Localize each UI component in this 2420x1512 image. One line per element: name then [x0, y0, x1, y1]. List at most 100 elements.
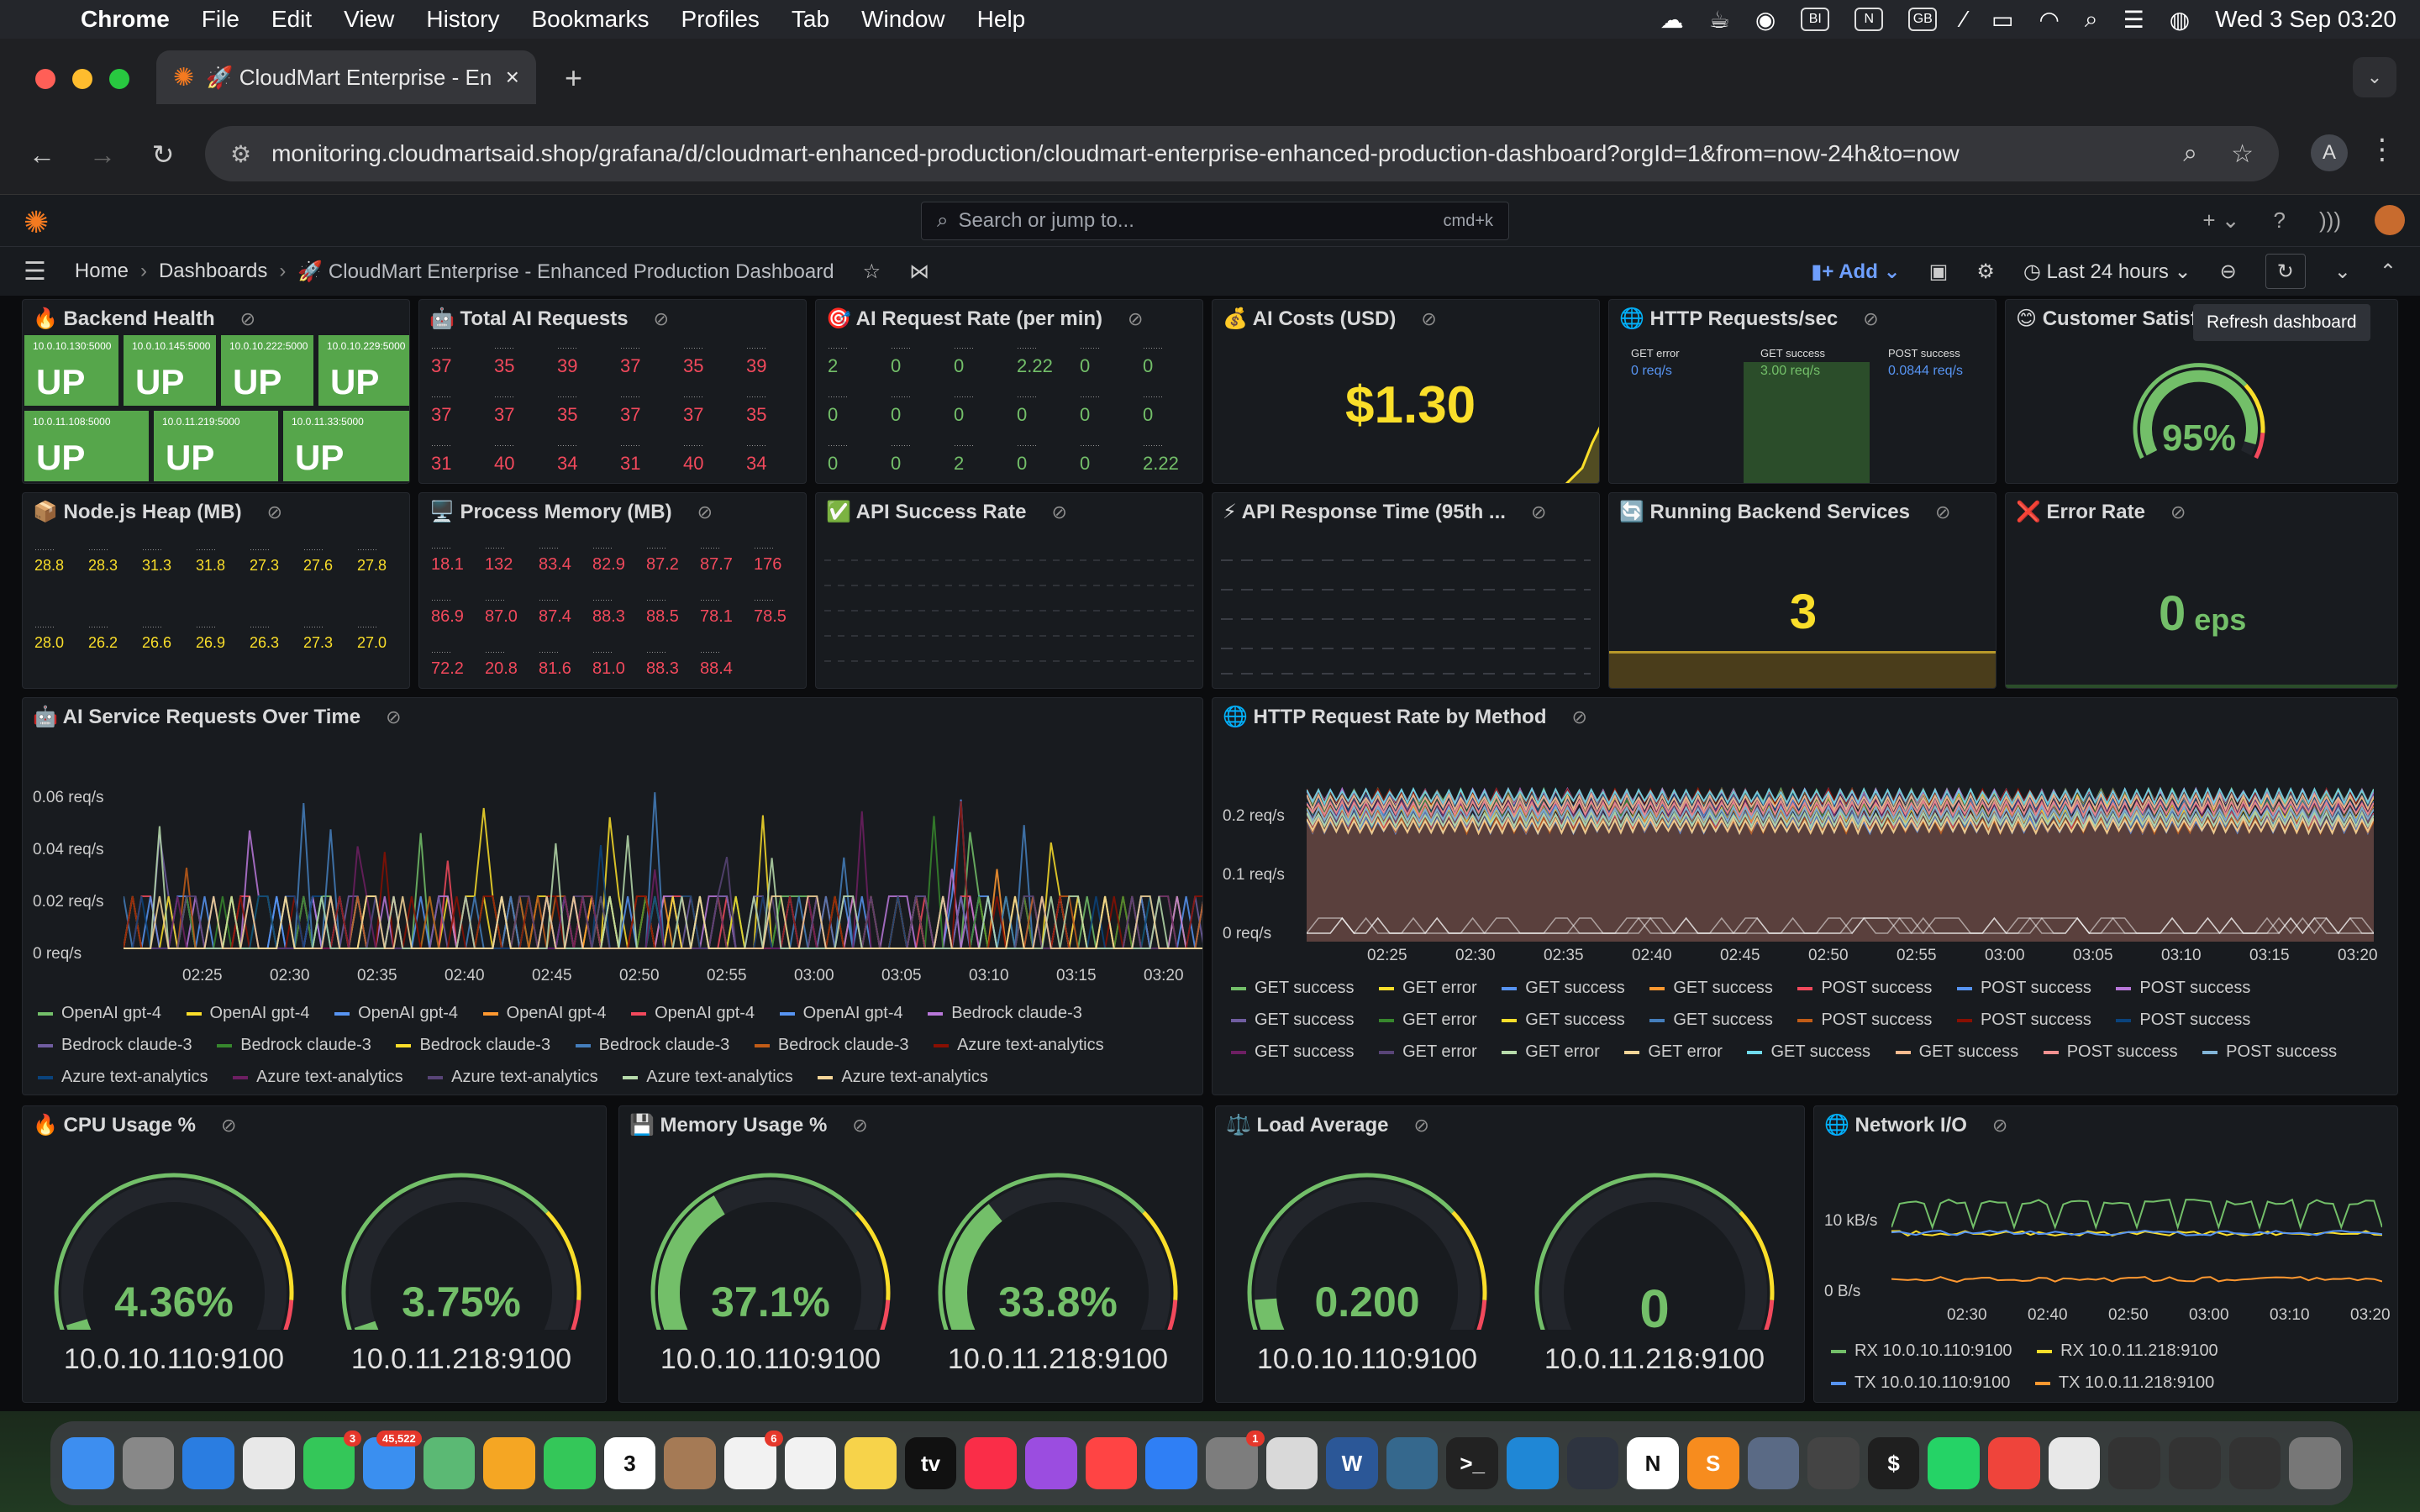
- link-off-icon[interactable]: ⊘: [1128, 308, 1143, 330]
- new-tab-icon[interactable]: +: [565, 60, 582, 96]
- legend-item[interactable]: TX 10.0.10.110:9100: [1831, 1373, 2010, 1392]
- panel-network-io[interactable]: 🌐 Network I/O ⊘ 10 kB/s 0 B/s 02:30 02:40 02…: [1813, 1105, 2398, 1403]
- menu-file[interactable]: File: [202, 6, 239, 33]
- legend-item[interactable]: GET error: [1624, 1042, 1723, 1061]
- refresh-interval-icon[interactable]: ⌄: [2334, 260, 2351, 284]
- control-center-icon[interactable]: ☰: [2123, 6, 2144, 34]
- panel-http-by-method[interactable]: 🌐 HTTP Request Rate by Method ⊘ 0.2 req/s…: [1212, 697, 2398, 1095]
- legend-item[interactable]: OpenAI gpt-4: [482, 1004, 607, 1022]
- legend-item[interactable]: OpenAI gpt-4: [38, 1004, 161, 1022]
- zoom-window-button[interactable]: [109, 69, 129, 89]
- dock-app-textedit[interactable]: [2048, 1437, 2101, 1489]
- zoom-out-icon[interactable]: ⊖: [2220, 260, 2237, 284]
- backend-health-stat[interactable]: 10.0.10.222:5000 UP: [221, 335, 313, 406]
- link-off-icon[interactable]: ⊘: [2170, 501, 2186, 523]
- legend-item[interactable]: Azure text-analytics: [233, 1068, 403, 1086]
- legend-item[interactable]: GET error: [1379, 1042, 1477, 1061]
- legend-item[interactable]: Azure text-analytics: [818, 1068, 988, 1086]
- panel-error-rate[interactable]: ❌ Error Rate ⊘ 0 eps: [2005, 492, 2398, 689]
- dock-app-calendar[interactable]: 3: [603, 1437, 656, 1489]
- dock-app-terminal[interactable]: >_: [1446, 1437, 1498, 1489]
- breadcrumb-home[interactable]: Home: [75, 260, 129, 283]
- dock-app-word[interactable]: W: [1326, 1437, 1378, 1489]
- bookmark-star-icon[interactable]: ☆: [2231, 139, 2254, 169]
- menu-window[interactable]: Window: [861, 6, 945, 33]
- tab-search-icon[interactable]: ⌄: [2353, 57, 2396, 97]
- legend-item[interactable]: GET success: [1231, 1011, 1355, 1029]
- dock-app-preview[interactable]: [1265, 1437, 1318, 1489]
- dock-app-whatsapp[interactable]: [1928, 1437, 1980, 1489]
- panel-memory-usage[interactable]: 💾 Memory Usage % ⊘ 37.1% 10.0.10.110:9100…: [618, 1105, 1203, 1403]
- legend-item[interactable]: OpenAI gpt-4: [186, 1004, 310, 1022]
- legend-item[interactable]: RX 10.0.10.110:9100: [1831, 1341, 2012, 1360]
- dock-app-contacts[interactable]: [664, 1437, 716, 1489]
- legend-item[interactable]: POST success: [1797, 1011, 1932, 1029]
- back-icon[interactable]: ←: [24, 139, 60, 171]
- legend-item[interactable]: Bedrock claude-3: [928, 1004, 1082, 1022]
- dock-app-electron[interactable]: [1566, 1437, 1619, 1489]
- legend-item[interactable]: Bedrock claude-3: [575, 1036, 729, 1054]
- legend-item[interactable]: GET success: [1231, 979, 1355, 997]
- legend-item[interactable]: GET success: [1649, 1011, 1773, 1029]
- url-text[interactable]: monitoring.cloudmartsaid.shop/grafana/d/…: [271, 140, 1960, 167]
- legend-item[interactable]: POST success: [2202, 1042, 2337, 1061]
- dock-app-vscode[interactable]: [1507, 1437, 1559, 1489]
- save-icon[interactable]: ▣: [1929, 260, 1949, 284]
- panel-cpu-usage[interactable]: 🔥 CPU Usage % ⊘ 4.36% 10.0.10.110:9100 3.…: [22, 1105, 607, 1403]
- tea-icon[interactable]: ☕: [1709, 6, 1730, 34]
- dock-app-podcasts[interactable]: [1025, 1437, 1077, 1489]
- add-button[interactable]: ▮+ Add ⌄: [1811, 260, 1900, 284]
- time-range-picker[interactable]: ◷ Last 24 hours ⌄: [2023, 260, 2191, 284]
- dock-app-finder[interactable]: [62, 1437, 114, 1489]
- legend-item[interactable]: GET error: [1379, 979, 1477, 997]
- legend-item[interactable]: GET success: [1231, 1042, 1355, 1061]
- zoom-icon[interactable]: ⌕: [2183, 139, 2197, 169]
- legend-item[interactable]: POST success: [1956, 1011, 2091, 1029]
- backend-health-stat[interactable]: 10.0.11.219:5000 UP: [154, 411, 278, 481]
- mute-icon[interactable]: ⁄: [1962, 6, 1966, 33]
- legend-item[interactable]: GET success: [1649, 979, 1773, 997]
- legend-item[interactable]: TX 10.0.11.218:9100: [2034, 1373, 2214, 1392]
- panel-ai-requests-over-time[interactable]: 🤖 AI Service Requests Over Time ⊘ 0.06 re…: [22, 697, 1203, 1095]
- legend-item[interactable]: OpenAI gpt-4: [631, 1004, 755, 1022]
- panel-backend-health[interactable]: 🔥 Backend Health ⊘ 10.0.10.130:5000 UP 10.…: [22, 299, 410, 484]
- legend-item[interactable]: GET error: [1379, 1011, 1477, 1029]
- address-bar[interactable]: ⚙ monitoring.cloudmartsaid.shop/grafana/…: [205, 126, 2279, 181]
- dock-app-reminders[interactable]: 6: [723, 1431, 783, 1489]
- profile-avatar[interactable]: A: [2311, 134, 2348, 171]
- legend-item[interactable]: GET success: [1502, 1011, 1625, 1029]
- legend-item[interactable]: Bedrock claude-3: [396, 1036, 550, 1054]
- panel-api-response-time[interactable]: ⚡ API Response Time (95th ... ⊘: [1212, 492, 1600, 689]
- dock-app-tv[interactable]: tv: [904, 1437, 957, 1489]
- panel-load-average[interactable]: ⚖️ Load Average ⊘ 0.200 10.0.10.110:9100 …: [1215, 1105, 1805, 1403]
- backend-health-stat[interactable]: 10.0.10.130:5000 UP: [24, 335, 118, 406]
- dock-app-window-3[interactable]: [2228, 1437, 2281, 1489]
- panel-total-ai-requests[interactable]: 🤖 Total AI Requests ⊘ ········ 37 ········ 3…: [418, 299, 807, 484]
- dock-app-maps[interactable]: [423, 1437, 476, 1489]
- backend-health-stat[interactable]: 10.0.11.33:5000 UP: [283, 411, 409, 481]
- link-off-icon[interactable]: ⊘: [1531, 501, 1546, 523]
- minimize-window-button[interactable]: [72, 69, 92, 89]
- input-source-icon[interactable]: GB: [1908, 8, 1938, 31]
- legend-item[interactable]: Bedrock claude-3: [754, 1036, 909, 1054]
- legend-item[interactable]: GET success: [1502, 979, 1625, 997]
- menu-datetime[interactable]: Wed 3 Sep 03:20: [2215, 6, 2396, 33]
- link-off-icon[interactable]: ⊘: [1421, 308, 1436, 330]
- menu-edit[interactable]: Edit: [271, 6, 312, 33]
- legend-item[interactable]: Bedrock claude-3: [38, 1036, 192, 1054]
- notion-status-icon[interactable]: N: [1854, 8, 1884, 31]
- link-off-icon[interactable]: ⊘: [1935, 501, 1950, 523]
- forward-icon[interactable]: →: [84, 139, 121, 171]
- menu-history[interactable]: History: [426, 6, 499, 33]
- link-off-icon[interactable]: ⊘: [1992, 1115, 2007, 1137]
- weather-icon[interactable]: ☁: [1660, 6, 1684, 34]
- collapse-icon[interactable]: ⌃: [2380, 260, 2396, 284]
- panel-process-memory[interactable]: 🖥️ Process Memory (MB) ⊘ ········ 18.1 ····…: [418, 492, 807, 689]
- new-menu-icon[interactable]: + ⌄: [2202, 207, 2239, 234]
- link-off-icon[interactable]: ⊘: [1571, 706, 1586, 728]
- legend-item[interactable]: GET error: [1502, 1042, 1600, 1061]
- dock-app-chrome[interactable]: [242, 1437, 295, 1489]
- share-icon[interactable]: ⋈: [909, 260, 929, 284]
- search-icon[interactable]: ⌕: [2085, 6, 2098, 34]
- dock-app-app-store[interactable]: [1145, 1437, 1197, 1489]
